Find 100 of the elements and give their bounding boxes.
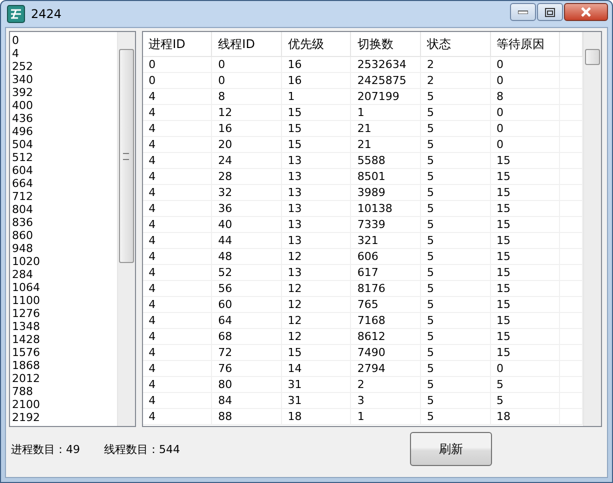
- refresh-button[interactable]: 刷新: [410, 432, 492, 466]
- table-cell: 765: [351, 297, 421, 312]
- table-cell: 1: [351, 409, 421, 424]
- table-cell: 13: [282, 233, 352, 248]
- list-item[interactable]: 836: [12, 216, 117, 229]
- table-cell: 15: [490, 233, 560, 248]
- table-cell: 0: [490, 105, 560, 120]
- list-item[interactable]: 604: [12, 164, 117, 177]
- table-cell: 5: [420, 217, 491, 232]
- table-cell: 0: [142, 73, 212, 88]
- column-header[interactable]: 进程ID: [142, 32, 212, 56]
- column-header[interactable]: 切换数: [351, 32, 421, 56]
- table-cell: 7490: [351, 345, 421, 360]
- table-cell: 3989: [351, 185, 421, 200]
- thread-count-label: 线程数目：544: [103, 442, 180, 456]
- list-item[interactable]: 1428: [12, 333, 117, 346]
- list-item[interactable]: 2192: [12, 411, 117, 424]
- table-cell: 40: [212, 217, 282, 232]
- table-cell: 15: [282, 105, 352, 120]
- table-cell: 15: [490, 185, 560, 200]
- table-cell: 4: [142, 137, 212, 152]
- column-header[interactable]: 优先级: [282, 32, 352, 56]
- list-item[interactable]: 1100: [12, 294, 117, 307]
- list-item[interactable]: 1020: [12, 255, 117, 268]
- table-cell: 20: [212, 137, 282, 152]
- table-cell: 31: [282, 393, 352, 408]
- table-cell: 76: [212, 361, 282, 376]
- table-cell: 5: [420, 89, 491, 104]
- list-item[interactable]: 340: [12, 73, 117, 86]
- scrollbar[interactable]: [583, 32, 601, 426]
- table-cell: 28: [212, 169, 282, 184]
- table-cell: 2532634: [351, 57, 421, 72]
- list-item[interactable]: 804: [12, 203, 117, 216]
- table-cell: 5: [420, 105, 491, 120]
- list-item[interactable]: 2012: [12, 372, 117, 385]
- table-cell: 5: [420, 345, 491, 360]
- maximize-button[interactable]: [537, 3, 563, 21]
- list-item[interactable]: 400: [12, 99, 117, 112]
- table-cell: 88: [212, 409, 282, 424]
- list-item[interactable]: 1064: [12, 281, 117, 294]
- table-cell: 2: [351, 377, 421, 392]
- table-cell: 4: [142, 233, 212, 248]
- table-cell: 5: [420, 377, 491, 392]
- list-item[interactable]: 664: [12, 177, 117, 190]
- table-cell: 56: [212, 281, 282, 296]
- table-cell: 15: [490, 153, 560, 168]
- table-cell: 15: [490, 217, 560, 232]
- table-cell: 5: [420, 281, 491, 296]
- table-cell: 5: [420, 409, 491, 424]
- column-header[interactable]: 状态: [420, 32, 491, 56]
- table-cell: 2794: [351, 361, 421, 376]
- list-item[interactable]: 0: [12, 34, 117, 47]
- table-cell: 13: [282, 201, 352, 216]
- list-item[interactable]: 4: [12, 47, 117, 60]
- list-item[interactable]: 788: [12, 385, 117, 398]
- scrollbar[interactable]: [116, 32, 135, 426]
- table-cell: 13: [282, 265, 352, 280]
- list-item[interactable]: 252: [12, 60, 117, 73]
- table-cell: 31: [282, 377, 352, 392]
- table-cell: 0: [490, 361, 560, 376]
- column-header[interactable]: 线程ID: [212, 32, 282, 56]
- list-item[interactable]: 948: [12, 242, 117, 255]
- list-item[interactable]: 504: [12, 138, 117, 151]
- table-cell: 5: [420, 265, 491, 280]
- minimize-icon: [518, 10, 528, 14]
- list-item[interactable]: 436: [12, 112, 117, 125]
- list-item[interactable]: 1576: [12, 346, 117, 359]
- table-cell: 321: [351, 233, 421, 248]
- table-cell: 68: [212, 329, 282, 344]
- list-item[interactable]: 496: [12, 125, 117, 138]
- table-cell: 0: [490, 57, 560, 72]
- list-item[interactable]: 1868: [12, 359, 117, 372]
- minimize-button[interactable]: [510, 3, 536, 21]
- table-cell: 15: [490, 169, 560, 184]
- table-cell: 5: [420, 361, 491, 376]
- table-cell: 617: [351, 265, 421, 280]
- table-cell: 15: [282, 121, 352, 136]
- table-cell: 606: [351, 249, 421, 264]
- list-item[interactable]: 1276: [12, 307, 117, 320]
- table-cell: 44: [212, 233, 282, 248]
- table-cell: 12: [282, 297, 352, 312]
- table-cell: 15: [490, 201, 560, 216]
- list-item[interactable]: 860: [12, 229, 117, 242]
- table-cell: 7339: [351, 217, 421, 232]
- list-item[interactable]: 284: [12, 268, 117, 281]
- close-icon: [580, 7, 592, 17]
- close-button[interactable]: [564, 3, 608, 21]
- table-cell: 12: [282, 249, 352, 264]
- table-cell: 4: [142, 377, 212, 392]
- column-header[interactable]: 等待原因: [490, 32, 560, 56]
- table-cell: 18: [490, 409, 560, 424]
- list-item[interactable]: 712: [12, 190, 117, 203]
- table-cell: 15: [282, 137, 352, 152]
- table-cell: 14: [282, 361, 352, 376]
- list-item[interactable]: 392: [12, 86, 117, 99]
- table-cell: 8: [212, 89, 282, 104]
- list-item[interactable]: 2100: [12, 398, 117, 411]
- list-item[interactable]: 512: [12, 151, 117, 164]
- list-item[interactable]: 1348: [12, 320, 117, 333]
- table-cell: 16: [282, 57, 352, 72]
